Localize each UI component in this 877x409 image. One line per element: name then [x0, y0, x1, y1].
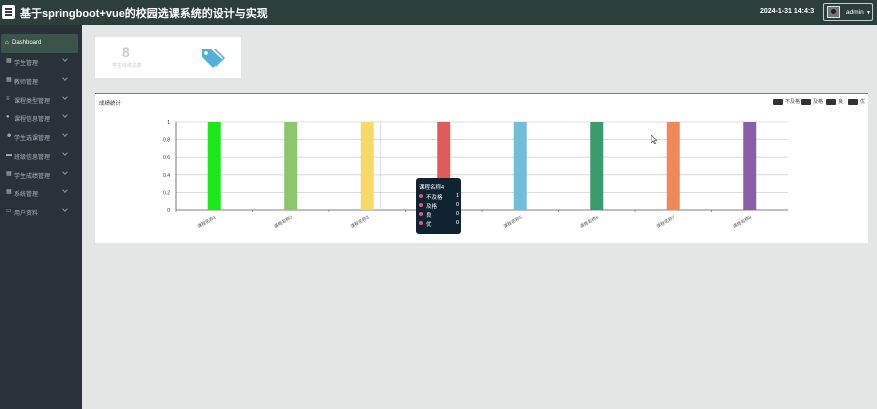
tooltip-row: 良 0 — [419, 211, 459, 219]
y-tick-label: 0.4 — [163, 173, 170, 179]
bar — [743, 122, 757, 210]
bar — [207, 122, 221, 210]
tooltip-series-name: 及格 — [426, 204, 438, 210]
tooltip-series-name: 优 — [426, 222, 432, 228]
y-tick-label: 0 — [167, 208, 170, 214]
series-dot-icon — [419, 221, 423, 225]
tooltip-series-value: 0 — [455, 220, 459, 226]
y-tick-label: 0.8 — [163, 138, 170, 144]
tooltip-series-value: 0 — [455, 211, 459, 217]
bar — [666, 122, 680, 210]
series-dot-icon — [419, 194, 423, 198]
tooltip-row: 优 0 — [419, 220, 459, 228]
series-dot-icon — [419, 212, 423, 216]
tooltip-series-value: 1 — [455, 193, 459, 199]
x-tick-label: 课程名称3 — [349, 213, 371, 230]
bar — [590, 122, 604, 210]
tooltip-series-value: 0 — [455, 202, 459, 208]
x-tick-label: 课程名称7 — [655, 213, 677, 230]
x-tick-label: 课程名称5 — [502, 213, 524, 230]
tooltip-row: 及格 0 — [419, 202, 459, 210]
y-tick-label: 0.2 — [163, 190, 170, 196]
series-dot-icon — [419, 203, 423, 207]
x-tick-label: 课程名称1 — [196, 213, 218, 230]
tooltip-title: 课程名称4 — [419, 185, 445, 191]
tooltip-series-name: 良 — [426, 213, 432, 219]
y-tick-label: 1 — [167, 120, 170, 126]
chart-tooltip: 课程名称4 不及格 1 及格 0 良 0 优 0 — [416, 178, 461, 234]
bar — [284, 122, 298, 210]
tooltip-row: 不及格 1 — [419, 193, 459, 201]
y-tick-label: 0.6 — [163, 155, 170, 161]
bar — [360, 122, 374, 210]
x-tick-label: 课程名称8 — [731, 213, 753, 230]
x-tick-label: 课程名称2 — [272, 213, 294, 230]
x-tick-label: 课程名称6 — [578, 213, 600, 230]
mouse-cursor-icon — [651, 135, 657, 144]
bar — [513, 122, 527, 210]
tooltip-series-name: 不及格 — [426, 195, 443, 201]
